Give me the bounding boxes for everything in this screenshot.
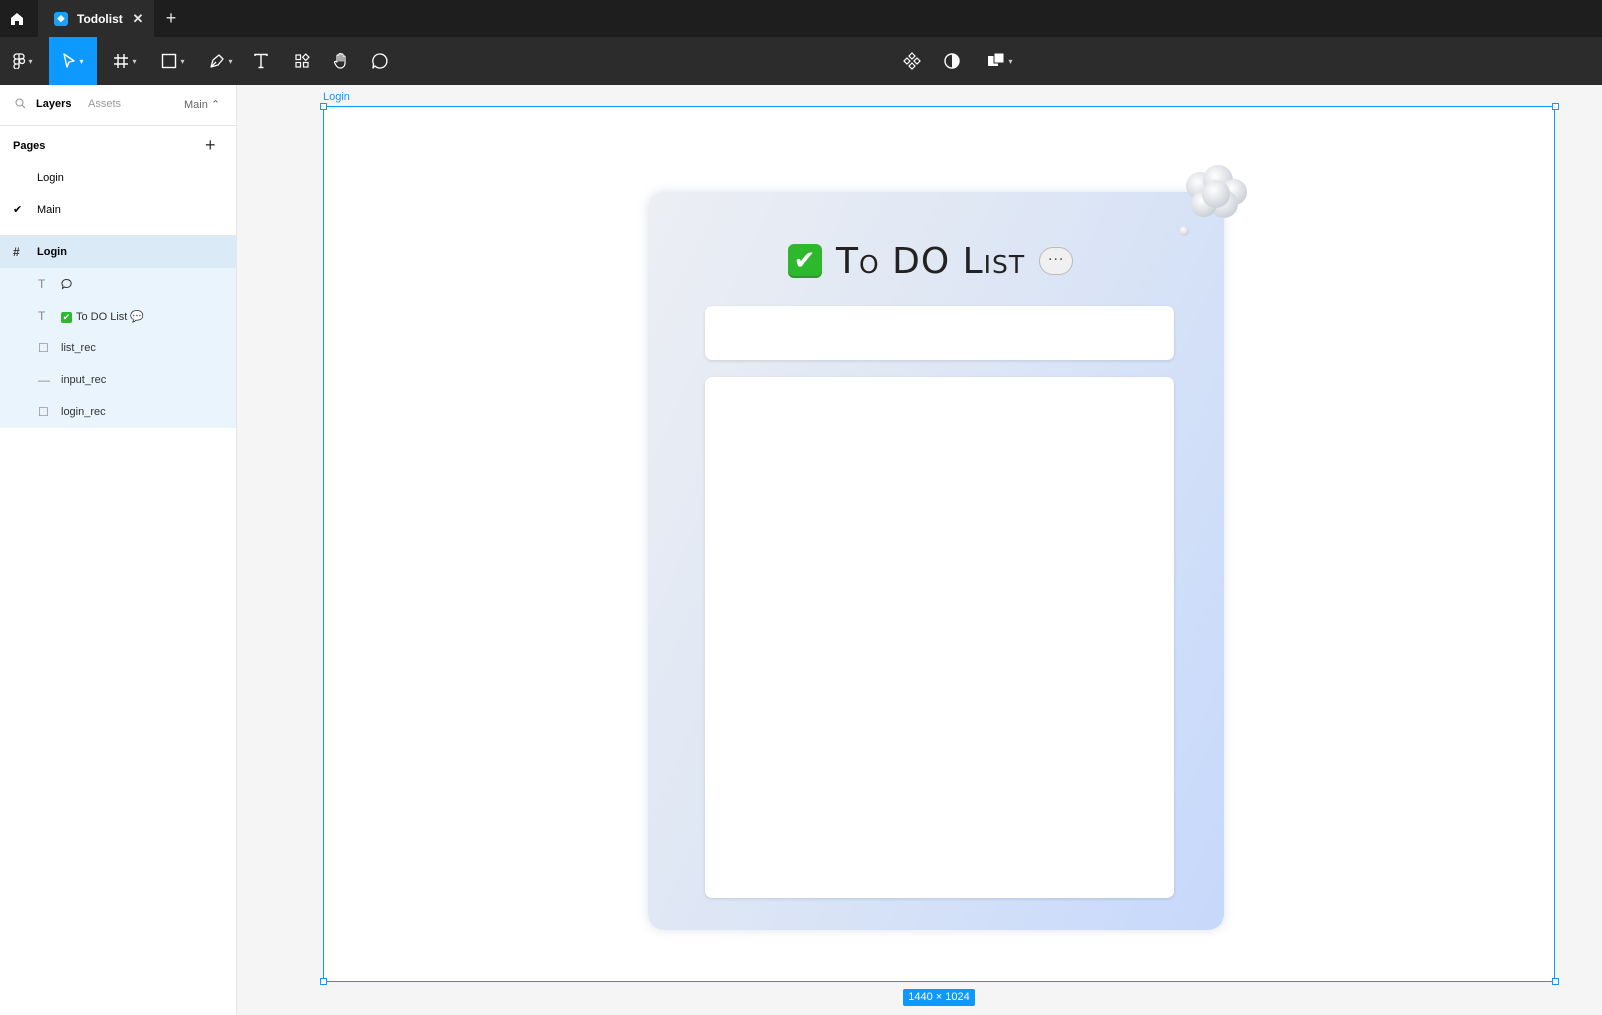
toolbar: ▾ ▾ ▾ ▾ ▾ ▾ [0, 37, 1602, 85]
resize-handle[interactable] [320, 103, 327, 110]
layer-text-thought[interactable]: T [0, 268, 236, 300]
speech-bubble-icon [61, 278, 72, 290]
text-layer-icon: T [38, 309, 46, 323]
cursor-icon [63, 53, 76, 68]
check-mark-icon: ✔ [788, 244, 822, 278]
figma-logo-icon [13, 53, 26, 69]
close-tab-icon[interactable]: ✕ [128, 11, 148, 27]
home-button[interactable] [0, 0, 34, 37]
move-tool-button[interactable]: ▾ [49, 37, 97, 85]
text-icon [254, 53, 268, 69]
boolean-icon [988, 52, 1005, 66]
page-item-login[interactable]: Login [0, 162, 236, 194]
resize-handle[interactable] [1552, 103, 1559, 110]
layers-panel: Layers Assets Main ⌃ Pages + Login ✔ Mai… [0, 85, 237, 1015]
components-icon [903, 52, 921, 70]
page-item-main[interactable]: ✔ Main [0, 194, 236, 226]
title-label: To DO List [836, 240, 1026, 282]
layer-frame-login[interactable]: # Login [0, 236, 236, 268]
boolean-button[interactable]: ▾ [980, 37, 1020, 85]
comment-tool-button[interactable] [364, 37, 396, 85]
home-icon [11, 12, 23, 25]
text-layer-icon: T [38, 277, 46, 291]
mask-icon [944, 53, 960, 69]
layer-rect-login[interactable]: ☐ login_rec [0, 396, 236, 428]
layer-label: list_rec [61, 342, 96, 354]
tab-layers[interactable]: Layers [36, 98, 71, 110]
rectangle-layer-icon: ☐ [38, 405, 49, 419]
chevron-down-icon: ▾ [180, 56, 185, 66]
resources-tool-button[interactable] [286, 37, 318, 85]
hand-tool-button[interactable] [325, 37, 357, 85]
pen-tool-button[interactable]: ▾ [201, 37, 241, 85]
hand-icon [333, 52, 346, 69]
file-tab[interactable]: ◆ Todolist ✕ [38, 0, 154, 37]
layer-label: input_rec [61, 374, 107, 386]
layer-label: ✔ To DO List 💬 [61, 310, 144, 323]
resize-handle[interactable] [320, 978, 327, 985]
line-layer-icon: — [38, 373, 50, 387]
new-tab-button[interactable]: + [154, 0, 188, 37]
text-tool-button[interactable] [245, 37, 277, 85]
frame-size-badge: 1440 × 1024 [903, 989, 975, 1006]
mask-button[interactable] [936, 37, 968, 85]
frame-icon: # [13, 245, 20, 259]
speech-bubble-icon: ··· [1039, 247, 1074, 275]
layers-list: # Login T T ✔ To DO List 💬 ☐ list_rec — i… [0, 236, 236, 428]
chevron-down-icon: ▾ [79, 56, 84, 66]
page-selector[interactable]: Main ⌃ [184, 98, 220, 111]
tab-assets[interactable]: Assets [88, 98, 121, 110]
panel-tabs: Layers Assets Main ⌃ [0, 85, 236, 126]
input-rec[interactable] [705, 306, 1174, 360]
chevron-down-icon: ▾ [1008, 56, 1013, 66]
pages-header: Pages + [0, 126, 236, 162]
frame-name-label[interactable]: Login [323, 91, 350, 103]
file-icon: ◆ [54, 11, 68, 26]
pen-icon [210, 54, 225, 68]
frame-icon [114, 54, 129, 68]
search-icon[interactable] [15, 98, 26, 112]
add-page-button[interactable]: + [205, 135, 216, 156]
layer-label [61, 278, 73, 293]
layer-label: Login [37, 246, 67, 258]
list-rec[interactable] [705, 377, 1174, 898]
layer-text-title[interactable]: T ✔ To DO List 💬 [0, 300, 236, 332]
page-label: Login [37, 172, 64, 184]
layer-line-input[interactable]: — input_rec [0, 364, 236, 396]
layer-label: login_rec [61, 406, 106, 418]
rectangle-layer-icon: ☐ [38, 341, 49, 355]
title-bar: ◆ Todolist ✕ + [0, 0, 1602, 37]
checkmark-icon: ✔ [13, 204, 23, 216]
resize-handle[interactable] [1552, 978, 1559, 985]
comment-icon [372, 53, 388, 69]
frame-tool-button[interactable]: ▾ [105, 37, 145, 85]
components-button[interactable] [896, 37, 928, 85]
todo-title[interactable]: ✔ To DO List ··· [788, 236, 1088, 286]
chevron-down-icon: ▾ [28, 56, 33, 66]
tab-title: Todolist [77, 11, 123, 26]
pages-heading: Pages [13, 140, 46, 152]
chevron-down-icon: ▾ [132, 56, 137, 66]
layer-title-text: To DO List 💬 [76, 311, 145, 323]
chevron-down-icon: ▾ [228, 56, 233, 66]
resources-icon [295, 53, 310, 68]
page-label: Main [37, 204, 61, 216]
shape-tool-button[interactable]: ▾ [153, 37, 193, 85]
main-menu-button[interactable]: ▾ [4, 37, 42, 85]
rectangle-icon [162, 53, 177, 69]
layer-rect-list[interactable]: ☐ list_rec [0, 332, 236, 364]
thought-balloon-icon[interactable] [1176, 160, 1250, 238]
check-box-icon: ✔ [61, 311, 72, 323]
